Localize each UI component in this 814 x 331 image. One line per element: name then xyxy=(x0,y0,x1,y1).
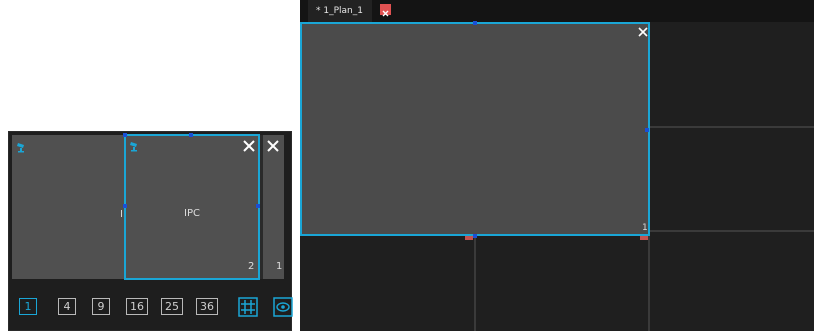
grid-divider xyxy=(650,230,814,232)
resize-handle[interactable] xyxy=(473,234,477,238)
resize-handle[interactable] xyxy=(473,21,477,25)
grid-divider xyxy=(650,126,814,128)
window-number: 1 xyxy=(642,223,648,233)
resize-handle[interactable] xyxy=(123,133,127,137)
layout-16-button[interactable]: 16 xyxy=(126,298,148,315)
close-icon[interactable] xyxy=(266,139,280,153)
preview-eye-icon[interactable] xyxy=(273,297,293,321)
cell-number: 2 xyxy=(248,261,255,272)
layout-1-button[interactable]: 1 xyxy=(19,298,37,315)
video-cell-2-selected[interactable]: IPC 2 xyxy=(123,133,260,280)
camera-icon xyxy=(129,140,141,152)
layout-9-button[interactable]: 9 xyxy=(92,298,110,315)
layout-toolbar: 1 4 9 16 25 36 xyxy=(9,288,293,326)
tab-plan-1[interactable]: * 1_Plan_1 xyxy=(308,0,391,22)
layout-4-button[interactable]: 4 xyxy=(58,298,76,315)
close-icon[interactable] xyxy=(242,139,256,153)
window-layout-panel: IPC 1 IPC 2 1 4 9 16 25 36 xyxy=(8,131,293,331)
marker-icon xyxy=(640,236,648,240)
marker-icon xyxy=(465,236,473,240)
layout-36-button[interactable]: 36 xyxy=(196,298,218,315)
grid-divider xyxy=(474,236,476,331)
tab-label: * 1_Plan_1 xyxy=(316,6,363,16)
tab-close-icon[interactable] xyxy=(380,4,391,17)
resize-handle[interactable] xyxy=(645,128,649,132)
cell-label: IPC xyxy=(184,208,200,219)
main-video-window[interactable]: 1 xyxy=(300,21,650,238)
close-icon[interactable] xyxy=(638,27,648,37)
resize-handle[interactable] xyxy=(189,133,193,137)
layout-25-button[interactable]: 25 xyxy=(161,298,183,315)
camera-icon xyxy=(16,141,28,153)
cell-number: 1 xyxy=(276,261,283,272)
custom-layout-icon[interactable] xyxy=(238,297,258,321)
tab-strip: * 1_Plan_1 xyxy=(300,0,814,22)
resize-handle[interactable] xyxy=(123,204,127,208)
resize-handle[interactable] xyxy=(256,204,260,208)
